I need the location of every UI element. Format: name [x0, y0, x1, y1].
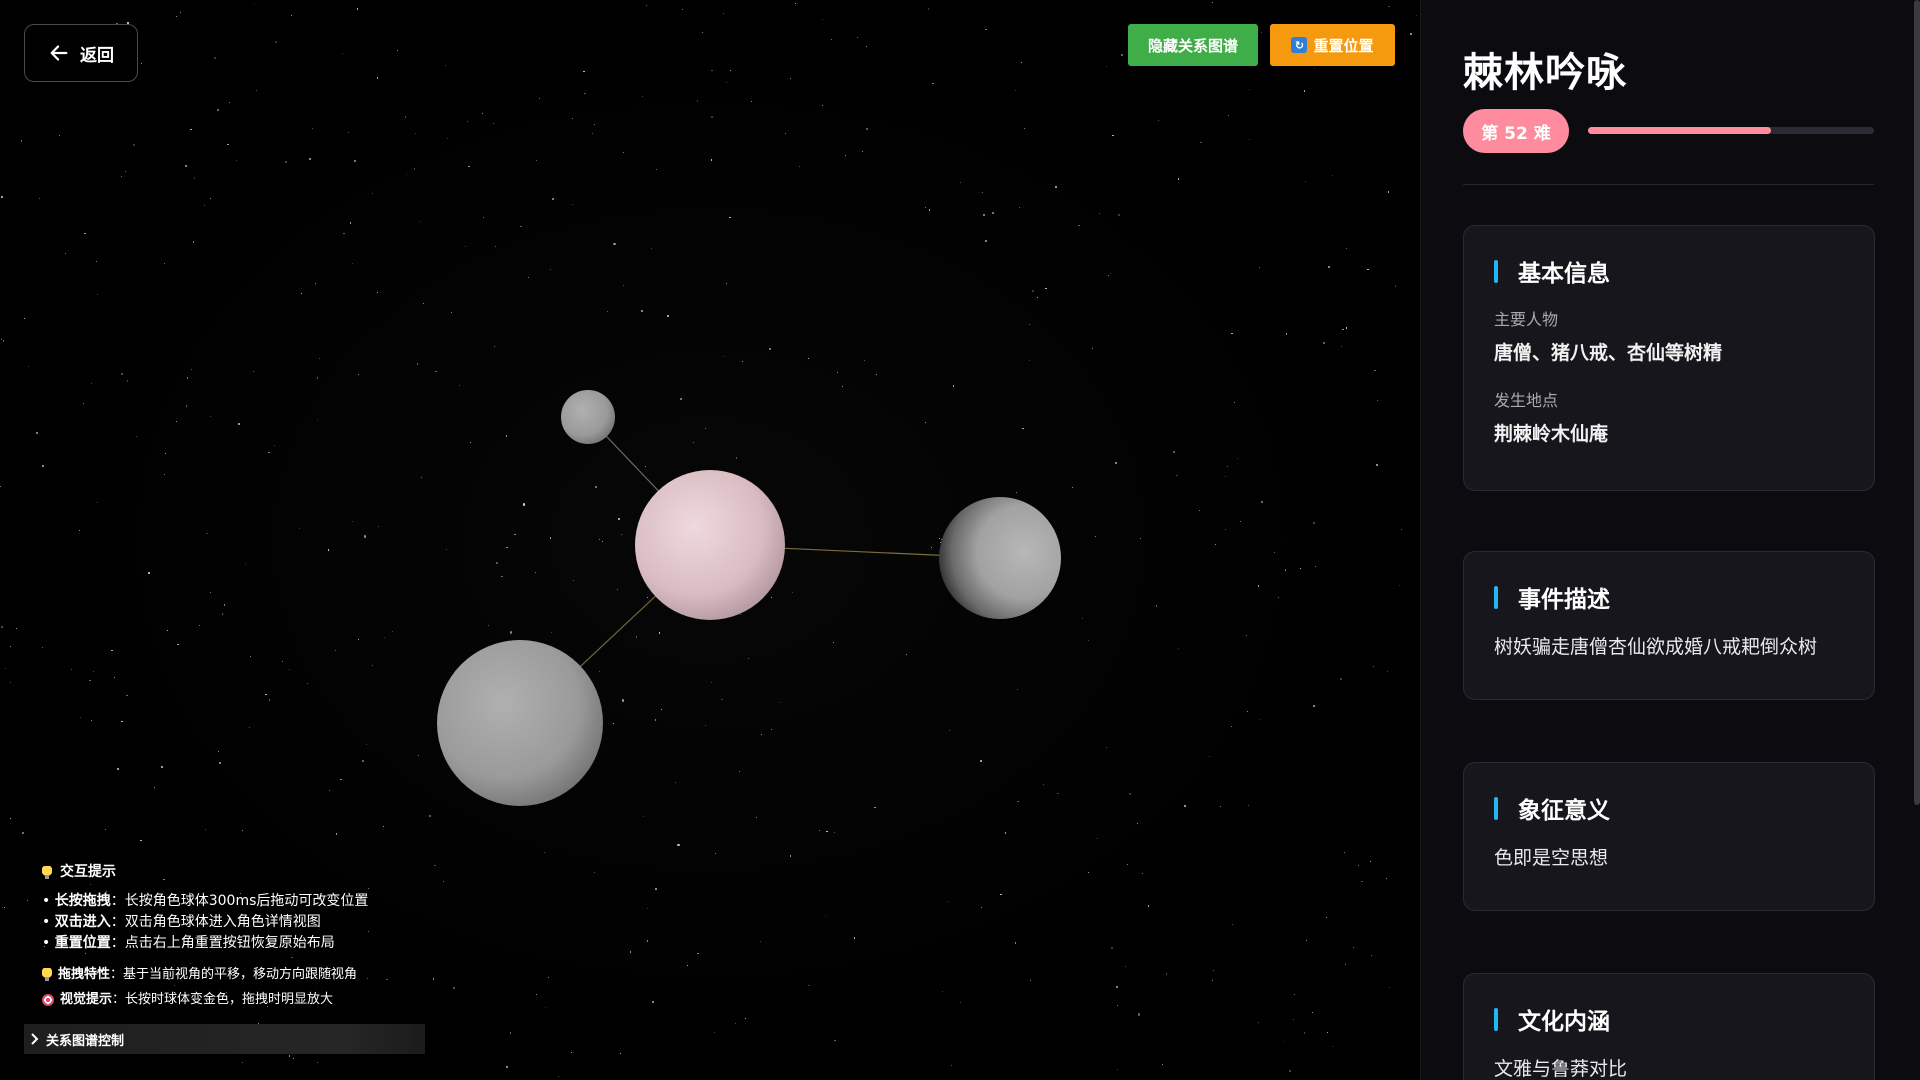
- tip-item: • 双击进入：双击角色球体进入角色详情视图: [42, 914, 321, 930]
- divider: [1463, 184, 1874, 185]
- card-text: 文雅与鲁莽对比: [1494, 1058, 1628, 1080]
- card-symbolic-meaning: 象征意义 色即是空思想: [1463, 762, 1875, 911]
- graph-control-label: 关系图谱控制: [46, 1033, 125, 1049]
- card-title: 事件描述: [1518, 587, 1610, 613]
- back-button[interactable]: 返回: [24, 24, 138, 82]
- tip-extra-item: 视觉提示：长按时球体变金色，拖拽时明显放大: [42, 987, 442, 1012]
- tips-header: 交互提示: [42, 862, 442, 883]
- tip-item: • 长按拖拽：长按角色球体300ms后拖动可改变位置: [42, 893, 369, 909]
- graph-control-toggle[interactable]: 关系图谱控制: [24, 1024, 425, 1054]
- tip-key: 长按拖拽: [54, 893, 111, 909]
- tip-key: 拖拽特性: [58, 967, 111, 982]
- tip-text: ：点击右上角重置按钮恢复原始布局: [110, 935, 335, 951]
- bulb-icon: [42, 968, 52, 981]
- field-value: 唐僧、猪八戒、杏仙等树精: [1494, 342, 1723, 364]
- arrow-left-icon: [50, 45, 68, 61]
- field-value: 荆棘岭木仙庵: [1494, 423, 1609, 445]
- hide-graph-label: 隐藏关系图谱: [1147, 36, 1238, 55]
- card-text: 树妖骗走唐僧杏仙欲成婚八戒耙倒众树: [1494, 636, 1818, 658]
- card-title: 基本信息: [1518, 261, 1610, 287]
- card-title: 象征意义: [1518, 798, 1610, 824]
- trial-number-badge: 第 52 难: [1463, 109, 1569, 153]
- card-basic-info: 基本信息 主要人物 唐僧、猪八戒、杏仙等树精 发生地点 荆棘岭木仙庵: [1463, 225, 1875, 491]
- field-label: 发生地点: [1494, 391, 1559, 410]
- card-title: 文化内涵: [1518, 1009, 1610, 1035]
- panel-scrollbar[interactable]: [1914, 0, 1920, 805]
- back-label: 返回: [80, 45, 114, 66]
- progress-bar: [1588, 127, 1874, 134]
- card-cultural-connotation: 文化内涵 文雅与鲁莽对比: [1463, 973, 1875, 1080]
- tip-text: ：长按时球体变金色，拖拽时明显放大: [112, 992, 334, 1007]
- card-text: 色即是空思想: [1494, 847, 1609, 869]
- accent-bar: [1494, 1007, 1498, 1031]
- bulb-icon: [42, 866, 52, 879]
- accent-bar: [1494, 259, 1498, 283]
- tips-title: 交互提示: [60, 864, 116, 880]
- accent-bar: [1494, 585, 1498, 609]
- tip-text: ：基于当前视角的平移，移动方向跟随视角: [110, 967, 358, 982]
- tip-text: ：双击角色球体进入角色详情视图: [110, 914, 321, 930]
- card-event-description: 事件描述 树妖骗走唐僧杏仙欲成婚八戒耙倒众树: [1463, 551, 1875, 700]
- accent-bar: [1494, 796, 1498, 820]
- field-label: 主要人物: [1494, 310, 1559, 329]
- reset-position-button[interactable]: ↻ 重置位置: [1270, 24, 1395, 66]
- page-title: 棘林吟咏: [1463, 50, 1627, 96]
- tip-item: • 重置位置：点击右上角重置按钮恢复原始布局: [42, 935, 335, 951]
- detail-panel: 棘林吟咏 第 52 难 基本信息 主要人物 唐僧、猪八戒、杏仙等树精 发生地点 …: [1420, 0, 1920, 1080]
- graph-stage[interactable]: 返回 隐藏关系图谱 ↻ 重置位置 交互提示 • 长按拖拽：长按角色球体300ms…: [0, 0, 1420, 1080]
- graph-node-center[interactable]: [635, 470, 785, 620]
- graph-node-right[interactable]: [939, 497, 1061, 619]
- tip-text: ：长按角色球体300ms后拖动可改变位置: [110, 893, 369, 909]
- target-icon: [42, 993, 54, 1006]
- refresh-icon: ↻: [1291, 37, 1308, 53]
- graph-node-bottom-left[interactable]: [437, 640, 603, 806]
- tip-key: 视觉提示: [60, 992, 113, 1007]
- progress-fill: [1588, 127, 1772, 134]
- interaction-tips: 交互提示 • 长按拖拽：长按角色球体300ms后拖动可改变位置 • 双击进入：双…: [42, 862, 442, 1012]
- hide-graph-button[interactable]: 隐藏关系图谱: [1128, 24, 1258, 66]
- reset-position-label: 重置位置: [1313, 36, 1374, 55]
- chevron-right-icon: [31, 1033, 39, 1045]
- tip-key: 重置位置: [54, 935, 111, 951]
- graph-node-small-top[interactable]: [561, 390, 615, 444]
- tip-extra-item: 拖拽特性：基于当前视角的平移，移动方向跟随视角: [42, 962, 442, 987]
- tip-key: 双击进入: [54, 914, 111, 930]
